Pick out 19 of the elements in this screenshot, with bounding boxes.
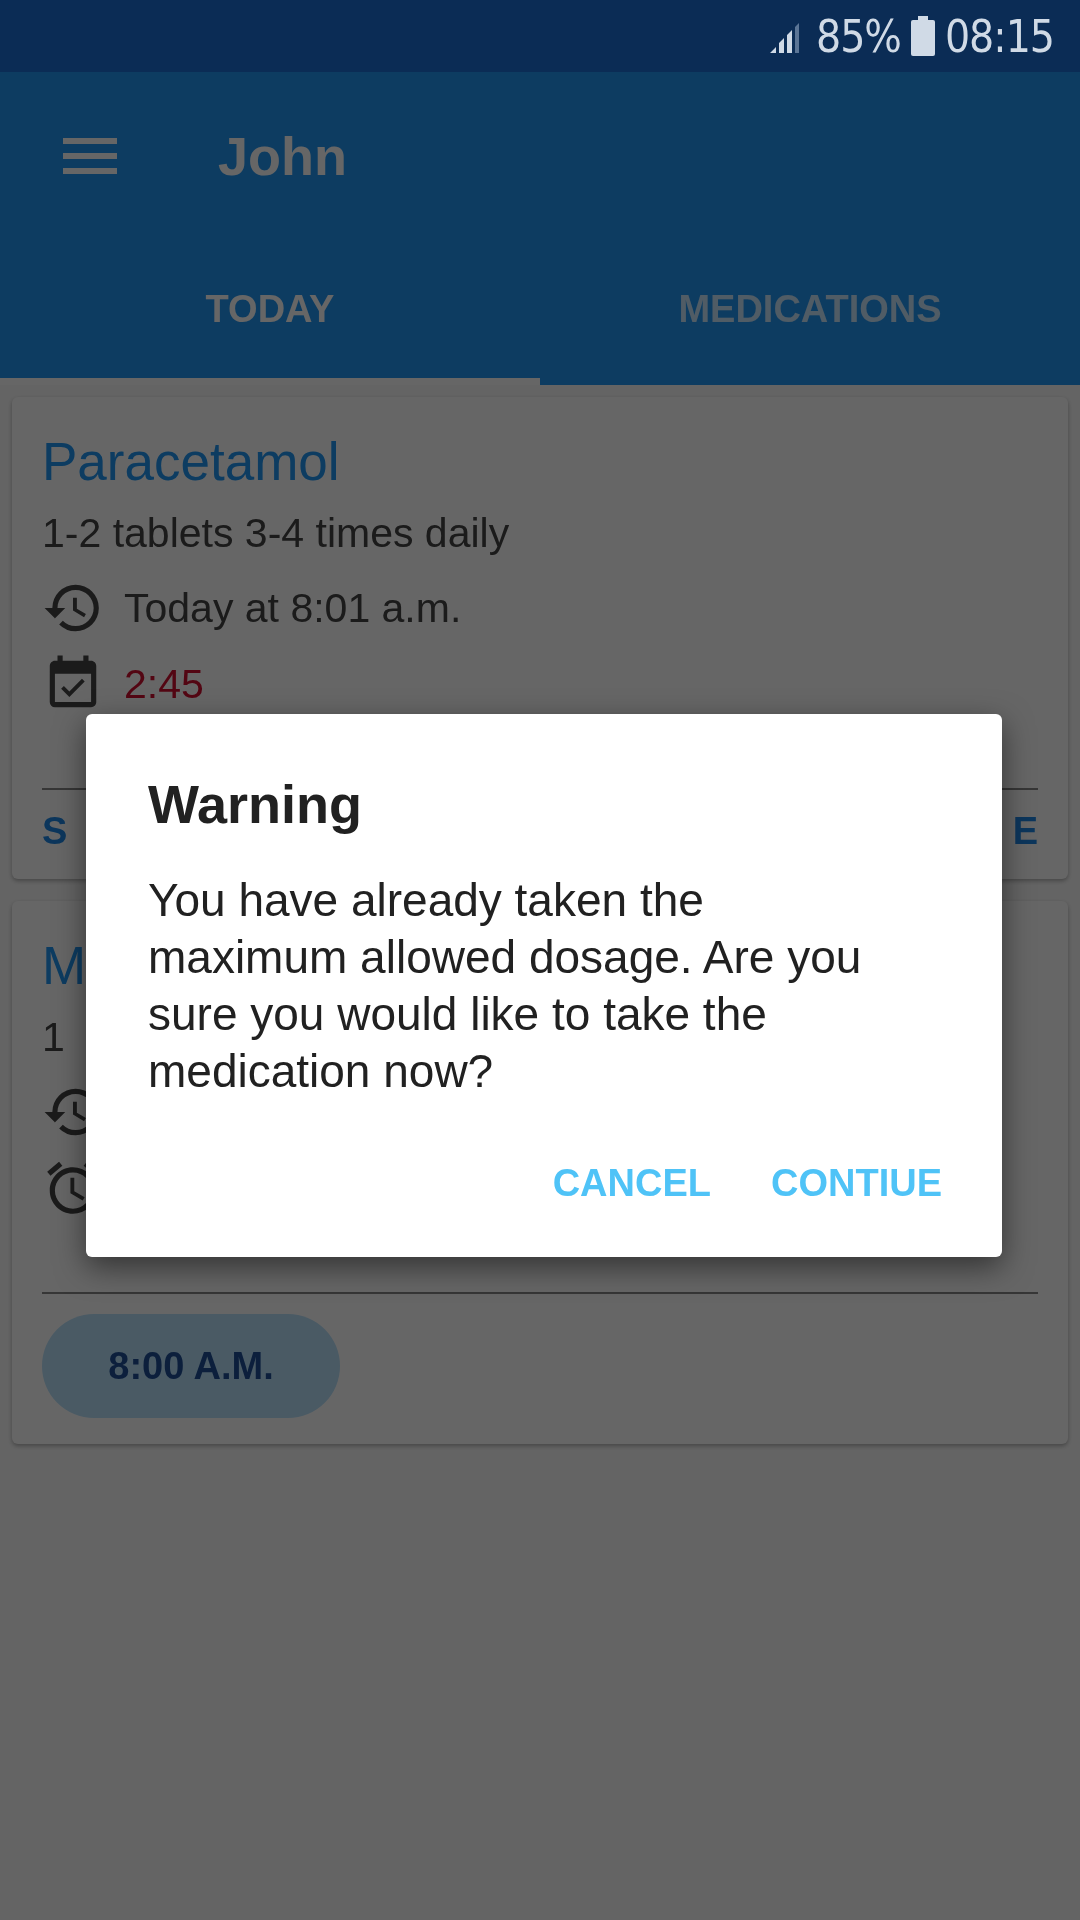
clock-time: 08:15 <box>944 10 1054 62</box>
tab[interactable]: TODAY <box>0 240 540 385</box>
dialog-button[interactable]: CANCEL <box>552 1150 711 1217</box>
medication-name: M <box>42 935 87 997</box>
medication-name: Paracetamol <box>42 431 340 493</box>
battery-percentage: 85% <box>815 10 901 62</box>
dosage-text: 1-2 tablets 3-4 times daily <box>42 509 510 558</box>
schedule-text: 2:45 <box>124 660 204 708</box>
dialog-message: You have already taken the maximum allowed dosage. Are you sure you would like to take the medication now? <box>148 873 863 1099</box>
action-link[interactable]: S <box>42 810 68 853</box>
app-bar-title: John <box>218 125 347 187</box>
dialog-button[interactable]: CONTIUE <box>771 1150 942 1217</box>
dialog-title: Warning <box>148 773 363 836</box>
schedule-text: Today at 8:01 a.m. <box>124 584 462 632</box>
battery-icon <box>910 16 935 56</box>
action-link[interactable]: E <box>1012 810 1038 853</box>
time-chip[interactable]: 8:00 A.M. <box>42 1314 340 1418</box>
tab[interactable]: MEDICATIONS <box>540 240 1080 385</box>
dosage-text: 1 <box>42 1013 65 1062</box>
